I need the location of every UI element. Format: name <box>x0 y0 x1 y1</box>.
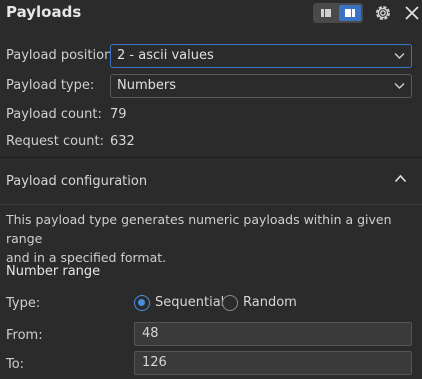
panel-header: Payloads <box>0 0 422 26</box>
chevron-down-icon <box>394 53 405 59</box>
radio-unchecked-icon <box>222 295 238 311</box>
payload-position-select[interactable]: 2 - ascii values <box>110 44 412 68</box>
description-line: This payload type generates numeric payl… <box>6 212 392 246</box>
to-value: 126 <box>142 355 167 370</box>
split-vertical-icon <box>345 9 355 17</box>
gear-icon[interactable] <box>373 3 393 23</box>
request-count-value: 632 <box>110 134 135 149</box>
configuration-description: This payload type generates numeric payl… <box>6 210 416 267</box>
radio-checked-icon <box>134 295 150 311</box>
chevron-up-icon[interactable] <box>394 174 407 183</box>
payload-count-value: 79 <box>110 107 127 122</box>
panel-title: Payloads <box>6 3 82 21</box>
type-label: Type: <box>6 296 41 311</box>
close-icon[interactable] <box>403 3 421 23</box>
layout-toggle[interactable] <box>313 3 363 23</box>
payload-position-label: Payload position: <box>6 48 117 63</box>
chevron-down-icon <box>394 83 405 89</box>
radio-label: Random <box>243 295 297 310</box>
radio-sequential[interactable]: Sequential <box>134 294 224 312</box>
number-range-heading: Number range <box>6 264 101 279</box>
from-input[interactable]: 48 <box>134 322 412 346</box>
split-horizontal-icon <box>321 9 331 17</box>
request-count-label: Request count: <box>6 134 104 149</box>
payload-configuration-header[interactable]: Payload configuration <box>0 158 422 204</box>
from-label: From: <box>6 328 43 343</box>
section-divider <box>0 204 422 205</box>
payload-count-label: Payload count: <box>6 107 102 122</box>
radio-label: Sequential <box>155 295 225 310</box>
payload-position-value: 2 - ascii values <box>117 48 214 63</box>
payload-type-select[interactable]: Numbers <box>110 74 412 98</box>
from-value: 48 <box>142 326 159 341</box>
section-title: Payload configuration <box>6 174 148 189</box>
horizontal-layout-button[interactable] <box>315 5 337 21</box>
payload-type-label: Payload type: <box>6 78 95 93</box>
radio-random[interactable]: Random <box>222 294 297 312</box>
payload-type-value: Numbers <box>117 78 176 93</box>
to-label: To: <box>6 357 25 372</box>
vertical-layout-button[interactable] <box>339 5 361 21</box>
to-input[interactable]: 126 <box>134 351 412 375</box>
